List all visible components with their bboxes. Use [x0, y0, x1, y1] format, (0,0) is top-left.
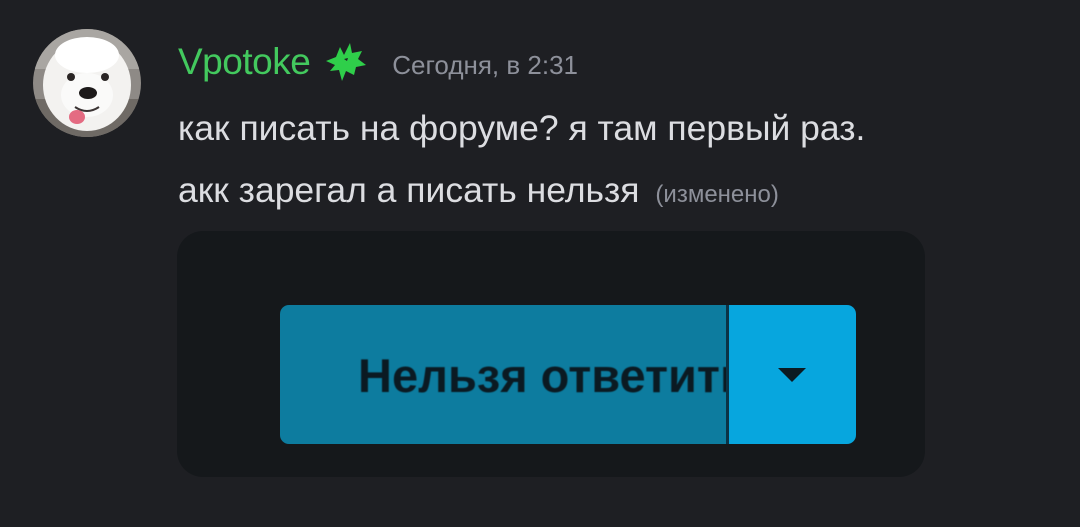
green-wolf-icon: [322, 41, 368, 83]
cannot-reply-label: Нельзя ответить: [358, 349, 726, 402]
message-line-2: акк зарегал а писать нельзя (изменено): [178, 159, 1038, 226]
user-avatar[interactable]: [33, 29, 141, 137]
message-timestamp: Сегодня, в 2:31: [392, 49, 579, 80]
message-line-1: как писать на форуме? я там первый раз.: [178, 108, 866, 148]
message-content: как писать на форуме? я там первый раз. …: [178, 97, 1038, 226]
username[interactable]: Vpotoke: [178, 41, 311, 83]
chat-message: Vpotoke Сегодня, в 2:31 как писать на фо…: [0, 0, 1080, 527]
dropdown-button: [729, 305, 856, 444]
samoyed-dog-icon: [33, 29, 141, 137]
message-line-2-text: акк зарегал а писать нельзя: [178, 170, 640, 210]
cannot-reply-button: Нельзя ответить: [280, 305, 726, 444]
message-header: Vpotoke Сегодня, в 2:31: [178, 38, 578, 86]
edited-label: (изменено): [655, 181, 779, 208]
image-attachment[interactable]: Нельзя ответить: [177, 231, 925, 477]
caret-down-icon: [778, 368, 806, 382]
